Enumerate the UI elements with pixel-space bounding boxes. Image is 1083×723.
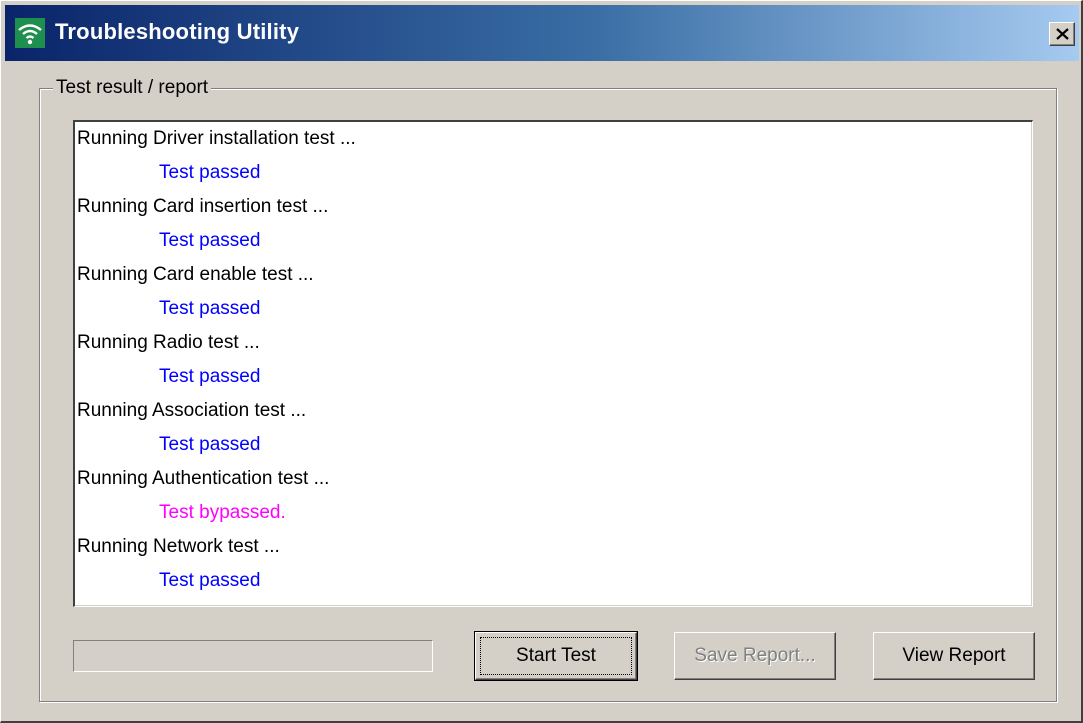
test-log[interactable]: Running Driver installation test ... Test… [73, 120, 1033, 607]
log-result-line: Test passed [159, 298, 261, 319]
progress-bar [73, 640, 433, 672]
log-step-line: Running Card insertion test ... [77, 196, 329, 217]
view-report-label: View Report [902, 645, 1006, 666]
save-report-button[interactable]: Save Report... [674, 632, 836, 680]
log-result-line: Test passed [159, 162, 261, 183]
view-report-button[interactable]: View Report [873, 632, 1035, 680]
log-step-line: Running Association test ... [77, 400, 307, 421]
log-step-line: Running Card enable test ... [77, 264, 314, 285]
title-bar[interactable]: Troubleshooting Utility [5, 5, 1079, 61]
window-title: Troubleshooting Utility [55, 19, 300, 44]
log-result-line: Test passed [159, 570, 261, 591]
log-step-line: Running Radio test ... [77, 332, 260, 353]
log-result-line: Test passed [159, 366, 261, 387]
start-test-label: Start Test [516, 645, 596, 666]
close-button[interactable] [1049, 22, 1075, 46]
save-report-label: Save Report... [694, 645, 816, 666]
log-step-line: Running Authentication test ... [77, 468, 330, 489]
close-icon [1056, 28, 1069, 40]
log-result-line: Test passed [159, 434, 261, 455]
log-step-line: Running Network test ... [77, 536, 280, 557]
log-result-line: Test bypassed. [159, 502, 286, 523]
log-step-line: Running Driver installation test ... [77, 128, 356, 149]
log-result-line: Test passed [159, 230, 261, 251]
start-test-button[interactable]: Start Test [474, 631, 638, 681]
troubleshooting-window: Troubleshooting Utility Test result / re… [0, 0, 1083, 723]
test-result-group-label: Test result / report [53, 77, 212, 99]
wifi-signal-icon [15, 18, 45, 48]
